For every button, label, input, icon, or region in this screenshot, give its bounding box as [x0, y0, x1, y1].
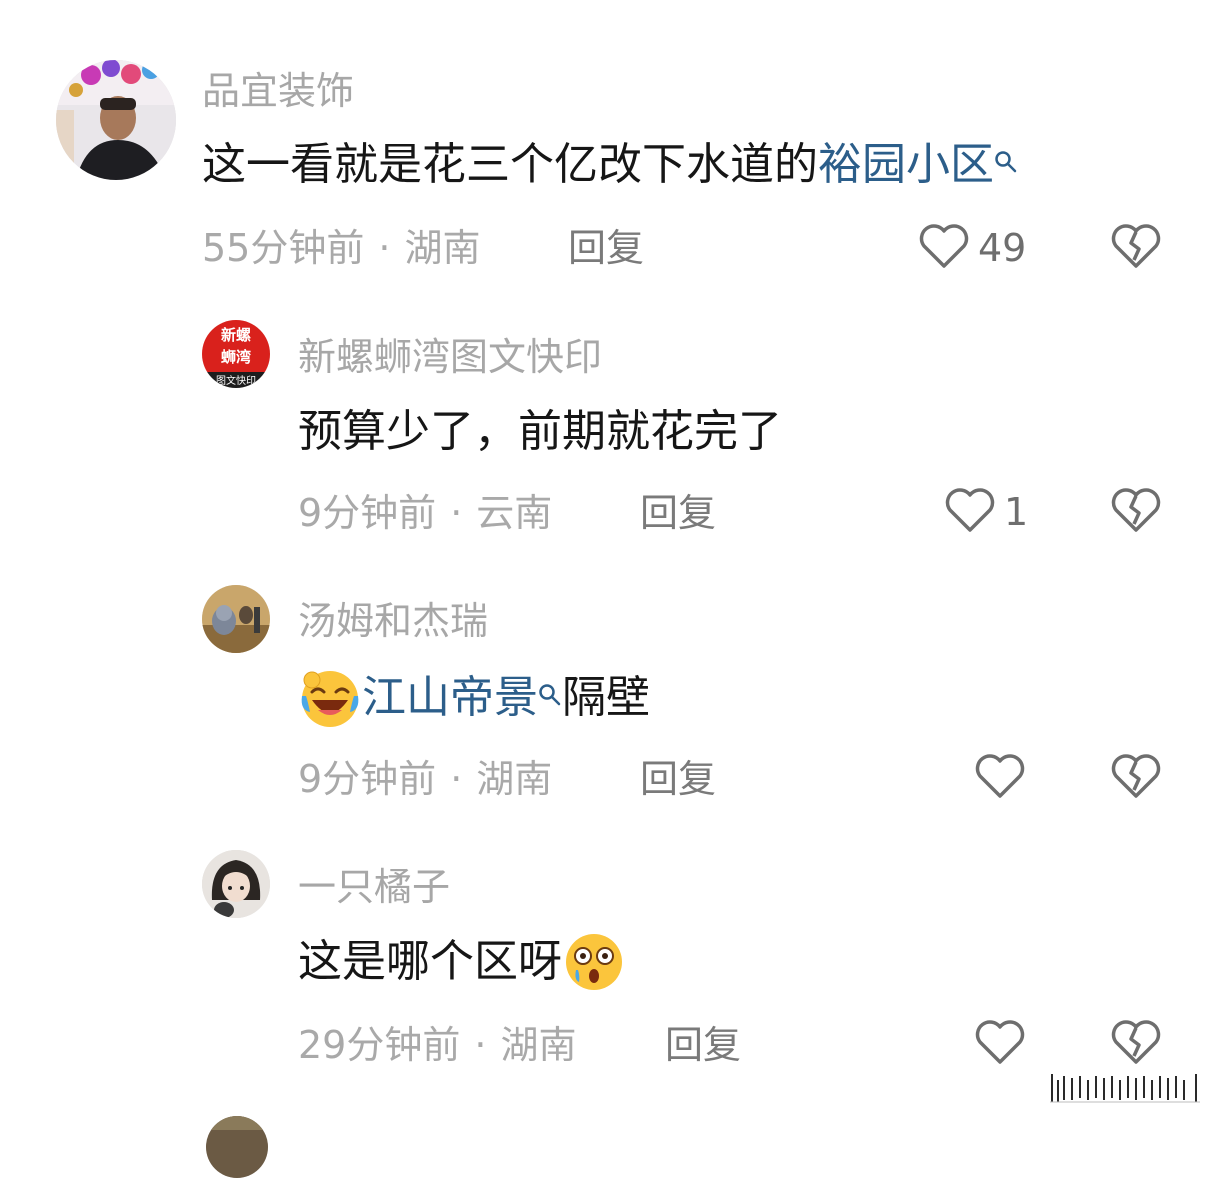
- watermark: [1050, 1072, 1200, 1104]
- dislike-button[interactable]: [1110, 486, 1162, 538]
- like-count: 1: [1004, 490, 1029, 534]
- search-icon[interactable]: [538, 671, 562, 706]
- comment-location: 湖南: [404, 226, 481, 270]
- separator: ·: [450, 491, 463, 535]
- username[interactable]: 汤姆和杰瑞: [298, 602, 488, 640]
- comment-meta: 55分钟前 · 湖南: [202, 229, 480, 267]
- comment-meta: 9分钟前 · 云南: [298, 494, 552, 532]
- dislike-button[interactable]: [1110, 222, 1162, 274]
- search-icon[interactable]: [994, 138, 1018, 173]
- like-count: 49: [978, 226, 1027, 270]
- broken-heart-icon: [1110, 754, 1162, 804]
- avatar[interactable]: 新螺 蛳湾 图文快印: [202, 320, 270, 388]
- avatar[interactable]: [202, 585, 270, 653]
- comment-time: 29分钟前: [298, 1023, 461, 1067]
- like-button[interactable]: 1: [944, 486, 1028, 538]
- like-button[interactable]: [974, 1018, 1026, 1070]
- comment-time: 55分钟前: [202, 226, 365, 270]
- comment-text: 预算少了，前期就花完了: [298, 406, 782, 457]
- avatar-text: 图文快印: [216, 374, 256, 387]
- like-button[interactable]: 49: [918, 222, 1026, 274]
- comment-text: 江山帝景 隔壁: [298, 666, 650, 730]
- comment-item: 汤姆和杰瑞 江山帝景 隔壁 9分钟前 · 湖南 回复: [0, 570, 1228, 840]
- search-link[interactable]: 裕园小区: [818, 143, 994, 187]
- search-link[interactable]: 江山帝景: [362, 676, 538, 720]
- comment-text: 这一看就是花三个亿改下水道的 裕园小区: [202, 143, 1018, 187]
- comment-location: 云南: [476, 491, 553, 535]
- separator: ·: [474, 1023, 487, 1067]
- comment-meta: 9分钟前 · 湖南: [298, 760, 552, 798]
- username[interactable]: 品宜装饰: [202, 72, 354, 110]
- separator: ·: [378, 226, 391, 270]
- comment-text-body: 这是哪个区呀: [298, 936, 562, 987]
- comment-time: 9分钟前: [298, 491, 437, 535]
- comment-text-body: 这一看就是花三个亿改下水道的: [202, 139, 818, 190]
- broken-heart-icon: [1110, 224, 1162, 274]
- reply-button[interactable]: 回复: [640, 494, 716, 532]
- comment-item: 新螺 蛳湾 图文快印 新螺蛳湾图文快印 预算少了，前期就花完了 9分钟前 · 云南 …: [0, 300, 1228, 570]
- broken-heart-icon: [1110, 488, 1162, 538]
- avatar[interactable]: [206, 1116, 268, 1178]
- heart-icon: [974, 1018, 1026, 1070]
- comment-text-body: 隔壁: [562, 672, 650, 723]
- reply-button[interactable]: 回复: [568, 229, 644, 267]
- separator: ·: [450, 757, 463, 801]
- like-button[interactable]: [974, 752, 1026, 804]
- heart-icon: [944, 486, 996, 538]
- laughing-crying-emoji-icon: [298, 666, 362, 730]
- comment-item: 一只橘子 这是哪个区呀 29分钟前 · 湖南 回复: [0, 840, 1228, 1100]
- reply-button[interactable]: 回复: [665, 1026, 741, 1064]
- dislike-button[interactable]: [1110, 1018, 1162, 1070]
- username[interactable]: 新螺蛳湾图文快印: [298, 338, 602, 376]
- comment-item: 品宜装饰 这一看就是花三个亿改下水道的 裕园小区 55分钟前 · 湖南 回复 49: [0, 0, 1228, 300]
- heart-icon: [918, 222, 970, 274]
- dislike-button[interactable]: [1110, 752, 1162, 804]
- comment-meta: 29分钟前 · 湖南: [298, 1026, 576, 1064]
- avatar[interactable]: [56, 60, 176, 180]
- username[interactable]: 一只橘子: [298, 868, 450, 906]
- comment-location: 湖南: [500, 1023, 577, 1067]
- avatar[interactable]: [202, 850, 270, 918]
- heart-icon: [974, 752, 1026, 804]
- reply-button[interactable]: 回复: [640, 760, 716, 798]
- broken-heart-icon: [1110, 1020, 1162, 1070]
- avatar-text: 新螺: [221, 326, 251, 344]
- comment-time: 9分钟前: [298, 757, 437, 801]
- astonished-emoji-icon: [562, 930, 626, 994]
- avatar-text: 蛳湾: [221, 348, 251, 366]
- comment-text: 这是哪个区呀: [298, 930, 626, 994]
- comment-location: 湖南: [476, 757, 553, 801]
